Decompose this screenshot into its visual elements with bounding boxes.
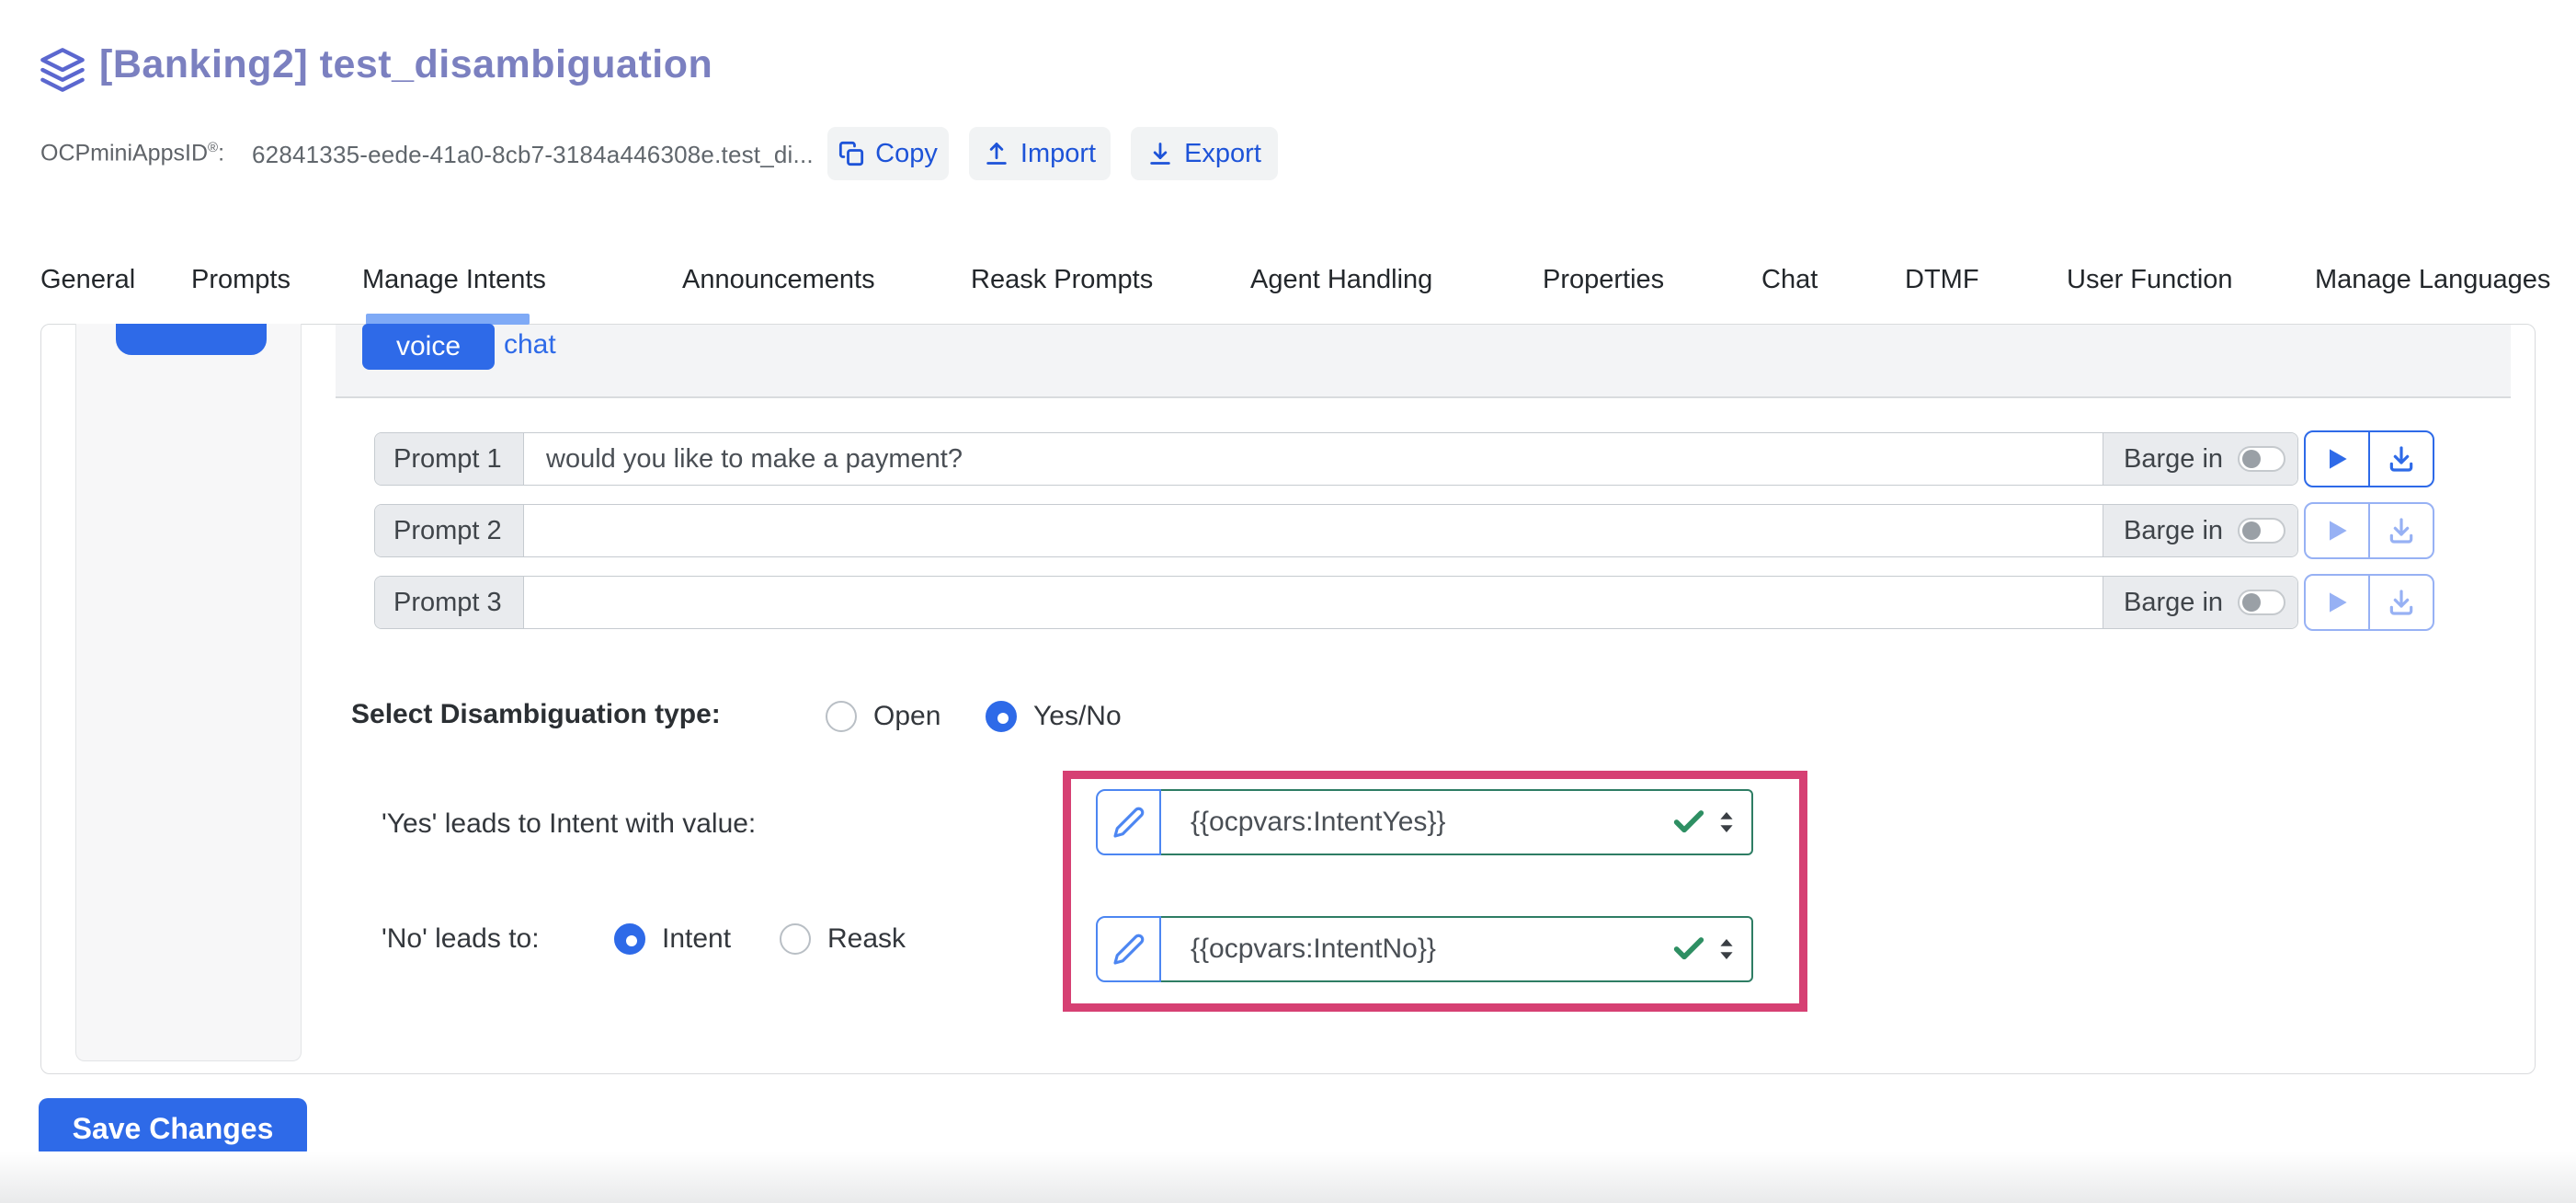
prompt-label: Prompt 2 [375,505,524,556]
radio-open-label[interactable]: Open [873,701,940,732]
playback-buttons [2304,430,2434,487]
download-button[interactable] [2370,432,2433,486]
tab-prompts[interactable]: Prompts [191,265,291,295]
prompt-input[interactable] [524,577,2103,628]
channel-subtab-band [336,325,2511,398]
play-icon [2322,516,2352,545]
prompt-row: Prompt 2 Barge in [374,504,2298,557]
export-button[interactable]: Export [1131,127,1278,180]
sidebar-partial-button[interactable] [116,324,267,355]
radio-yes-no-label[interactable]: Yes/No [1033,701,1122,732]
play-button[interactable] [2306,504,2370,557]
barge-in-label: Barge in [2124,444,2223,475]
prompt-row: Prompt 3 Barge in [374,576,2298,629]
barge-in-section: Barge in [2103,505,2297,556]
download-icon [2387,588,2416,617]
barge-in-section: Barge in [2103,577,2297,628]
page: [Banking2] test_disambiguation OCPminiAp… [0,0,2576,1203]
tab-manage-languages[interactable]: Manage Languages [2315,265,2550,295]
barge-in-toggle[interactable] [2238,518,2285,544]
barge-in-toggle[interactable] [2238,590,2285,615]
prompt-input[interactable] [524,505,2103,556]
tab-agent-handling[interactable]: Agent Handling [1250,265,1432,295]
toggle-knob [2242,593,2261,612]
prompt-row: Prompt 1 Barge in [374,432,2298,486]
no-leads-label: 'No' leads to: [382,923,540,955]
radio-reask[interactable] [780,923,811,955]
tab-user-function[interactable]: User Function [2067,265,2233,295]
download-button[interactable] [2370,576,2433,629]
intent-no-field [1159,916,1753,982]
disambiguation-type-label: Select Disambiguation type: [351,699,721,730]
subtab-chat[interactable]: chat [504,329,556,361]
stepper-arrows-icon[interactable] [1716,808,1737,836]
stepper-arrows-icon[interactable] [1716,935,1737,963]
intents-sidebar [75,324,302,1061]
import-icon [984,141,1009,166]
page-title: [Banking2] test_disambiguation [99,42,712,87]
barge-in-label: Barge in [2124,588,2223,618]
miniapps-id-label: OCPminiAppsID®: [40,140,224,166]
play-button[interactable] [2306,576,2370,629]
tab-general[interactable]: General [40,265,135,295]
play-icon [2322,588,2352,617]
tab-chat[interactable]: Chat [1761,265,1818,295]
import-button[interactable]: Import [969,127,1111,180]
prompt-label: Prompt 3 [375,577,524,628]
prompt-input[interactable] [524,433,2103,485]
radio-intent-label[interactable]: Intent [662,923,731,955]
intent-no-input[interactable] [1161,934,1670,965]
download-icon [2387,444,2416,474]
download-icon [2387,516,2416,545]
copy-button[interactable]: Copy [827,127,949,180]
export-icon [1147,141,1173,166]
radio-reask-label[interactable]: Reask [827,923,906,955]
valid-check-icon [1670,931,1707,968]
toggle-knob [2242,521,2261,540]
prompt-label: Prompt 1 [375,433,524,485]
tab-dtmf[interactable]: DTMF [1905,265,1979,295]
tab-announcements[interactable]: Announcements [682,265,875,295]
tab-manage-intents[interactable]: Manage Intents [362,265,546,295]
copy-icon [838,141,864,166]
pencil-icon [1112,806,1146,839]
valid-check-icon [1670,804,1707,841]
barge-in-label: Barge in [2124,516,2223,546]
tab-properties[interactable]: Properties [1543,265,1664,295]
layers-icon [39,46,86,94]
edit-intent-yes-button[interactable] [1096,789,1161,855]
subtab-voice[interactable]: voice [362,324,495,370]
barge-in-toggle[interactable] [2238,446,2285,472]
play-icon [2322,444,2352,474]
page-bottom-fade [0,1151,2576,1203]
miniapps-id-value: 62841335-eede-41a0-8cb7-3184a446308e.tes… [252,141,814,169]
save-changes-button[interactable]: Save Changes [39,1098,307,1159]
radio-intent[interactable] [614,923,645,955]
playback-buttons [2304,574,2434,631]
yes-leads-label: 'Yes' leads to Intent with value: [382,808,756,840]
barge-in-section: Barge in [2103,433,2297,485]
toggle-knob [2242,450,2261,468]
pencil-icon [1112,933,1146,966]
tab-reask-prompts[interactable]: Reask Prompts [971,265,1153,295]
edit-intent-no-button[interactable] [1096,916,1161,982]
radio-yes-no[interactable] [986,701,1017,732]
intent-yes-input[interactable] [1161,807,1670,838]
download-button[interactable] [2370,504,2433,557]
intent-yes-field [1159,789,1753,855]
playback-buttons [2304,502,2434,559]
play-button[interactable] [2306,432,2370,486]
radio-open[interactable] [826,701,857,732]
